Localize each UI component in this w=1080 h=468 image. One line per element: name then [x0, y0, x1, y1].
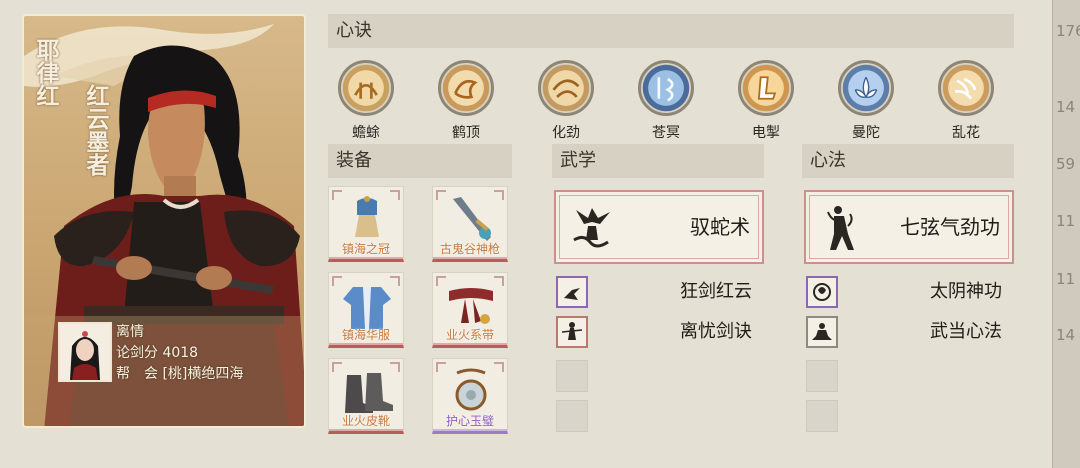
- inner-sub-label: 太阴神功: [930, 281, 1002, 302]
- martial-sub-label: 狂剑红云: [680, 281, 752, 302]
- equip-label: 镇海之冠: [341, 242, 390, 256]
- heart-skill-label: 乱花: [952, 125, 980, 141]
- empty-inner-slot[interactable]: [806, 400, 838, 432]
- inner-sub-skill[interactable]: 太阴神功: [804, 276, 1014, 308]
- equip-slot-amulet[interactable]: 护心玉璧: [432, 358, 508, 434]
- martial-main-label: 驭蛇术: [690, 215, 750, 239]
- score-value: 4018: [162, 345, 199, 361]
- equipment-section-header: 装备: [328, 144, 512, 178]
- heart-skill-petals[interactable]: 乱花: [928, 60, 1004, 142]
- heart-skill-lotus[interactable]: 曼陀: [828, 60, 904, 142]
- equip-label: 业火皮靴: [341, 414, 390, 428]
- sword-stance-icon: [556, 276, 588, 308]
- martial-sub-label: 离忧剑诀: [680, 321, 752, 342]
- heart-skill-label: 苍冥: [652, 125, 680, 141]
- heart-skill-swirl[interactable]: 化劲: [528, 60, 604, 142]
- inner-sub-skill[interactable]: 武当心法: [804, 316, 1014, 348]
- spear-icon: [453, 197, 491, 241]
- equip-label: 古鬼谷神枪: [439, 242, 500, 256]
- equip-slot-belt[interactable]: 业火系带: [432, 272, 508, 348]
- score-label: 论剑分: [116, 345, 158, 361]
- equip-label: 护心玉璧: [445, 414, 494, 428]
- inner-sub-label: 武当心法: [930, 321, 1002, 342]
- crane-icon: [438, 60, 494, 116]
- robe-icon: [343, 287, 391, 329]
- equip-slot-weapon[interactable]: 古鬼谷神枪: [432, 186, 508, 262]
- yin-crest-icon: [806, 276, 838, 308]
- side-number: 14: [1056, 326, 1076, 344]
- partner-score-row: 论剑分 4018: [116, 343, 243, 364]
- dark-sky-icon: [638, 60, 694, 116]
- lotus-icon: [838, 60, 894, 116]
- equip-label: 业火系带: [445, 328, 494, 342]
- partner-avatar[interactable]: [58, 322, 112, 382]
- character-title: 红云墨者: [82, 84, 109, 176]
- equip-slot-helmet[interactable]: 镇海之冠: [328, 186, 404, 262]
- heart-skill-label: 化劲: [552, 125, 580, 141]
- empty-inner-slot[interactable]: [806, 360, 838, 392]
- partner-info: 离情 论剑分 4018 帮 会 [桃]横绝四海: [116, 322, 243, 385]
- guild-label: 帮 会: [116, 366, 158, 382]
- martial-sub-skill[interactable]: 狂剑红云: [554, 276, 764, 308]
- character-name: 耶律红: [32, 38, 59, 107]
- equip-slot-robe[interactable]: 镇海华服: [328, 272, 404, 348]
- jade-amulet-icon: [455, 368, 487, 411]
- martial-sub-skill[interactable]: 离忧剑诀: [554, 316, 764, 348]
- martial-section-header: 武学: [552, 144, 764, 178]
- side-number: 14: [1056, 98, 1076, 116]
- heart-skill-label: 鹤顶: [452, 125, 480, 141]
- heart-skill-toad[interactable]: 蟾蜍: [328, 60, 404, 142]
- partner-name: 离情: [116, 324, 144, 340]
- equip-slot-boots[interactable]: 业火皮靴: [328, 358, 404, 434]
- snake-figure-icon: [573, 208, 610, 248]
- heart-skill-label: 电掣: [752, 125, 780, 141]
- petals-icon: [938, 60, 994, 116]
- belt-icon: [449, 288, 493, 324]
- empty-martial-slot[interactable]: [556, 400, 588, 432]
- heart-skill-label: 蟾蜍: [352, 125, 380, 141]
- meditation-icon: [806, 316, 838, 348]
- guild-name: [桃]横绝四海: [162, 366, 244, 382]
- equip-label: 镇海华服: [341, 328, 390, 342]
- side-number: 11: [1056, 270, 1076, 288]
- inner-main-label: 七弦气劲功: [900, 215, 1000, 239]
- qigong-figure-icon: [827, 206, 854, 250]
- heart-section-header: 心诀: [328, 14, 1014, 48]
- side-number: 176: [1056, 22, 1080, 40]
- side-panel-edge: 176 14 59 11 11 14: [1052, 0, 1080, 468]
- toad-icon: [338, 60, 394, 116]
- heart-skill-lightning[interactable]: 电掣: [728, 60, 804, 142]
- lightning-icon: [738, 60, 794, 116]
- inner-section-header: 心法: [802, 144, 1014, 178]
- heart-skill-label: 曼陀: [852, 125, 880, 141]
- boots-icon: [345, 373, 393, 413]
- side-number: 11: [1056, 212, 1076, 230]
- helmet-icon: [355, 196, 379, 237]
- side-number: 59: [1056, 155, 1076, 173]
- swirl-force-icon: [538, 60, 594, 116]
- martial-main-skill[interactable]: 驭蛇术: [554, 190, 764, 264]
- sword-dance-icon: [556, 316, 588, 348]
- partner-guild-row: 帮 会 [桃]横绝四海: [116, 364, 243, 385]
- empty-martial-slot[interactable]: [556, 360, 588, 392]
- inner-main-skill[interactable]: 七弦气劲功: [804, 190, 1014, 264]
- character-card[interactable]: 耶律红 红云墨者 离情 论剑分 4018 帮 会 [桃]横绝四海: [22, 14, 306, 428]
- heart-skill-darksky[interactable]: 苍冥: [628, 60, 704, 142]
- heart-skill-crane[interactable]: 鹤顶: [428, 60, 504, 142]
